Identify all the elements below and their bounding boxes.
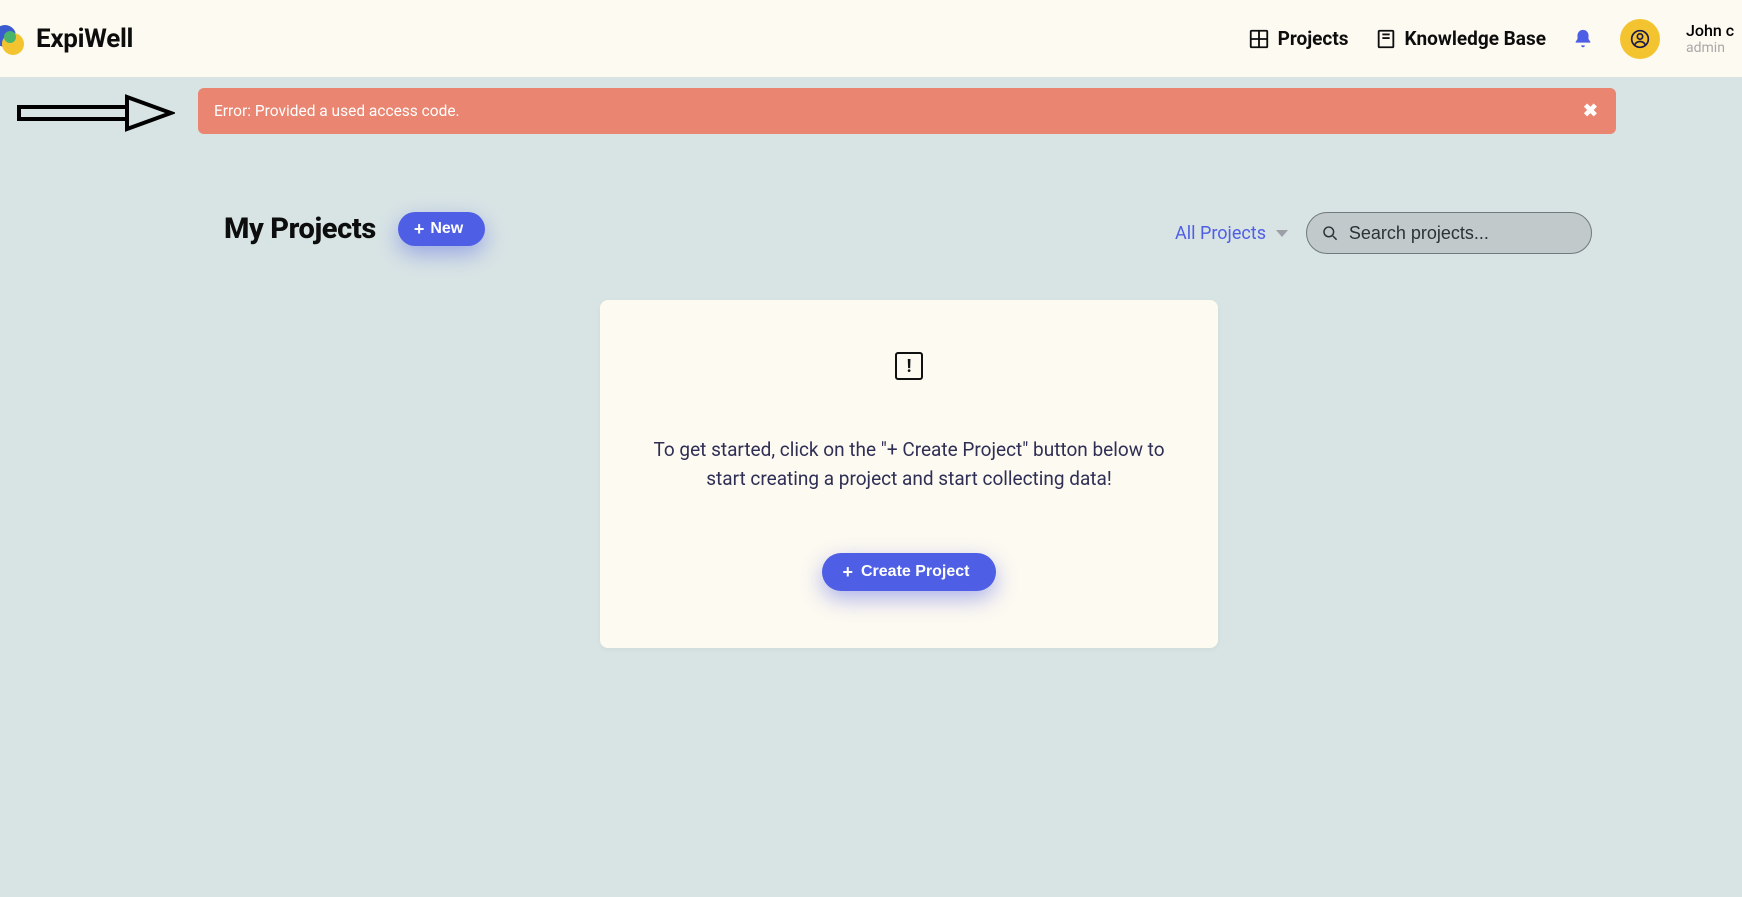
avatar[interactable] bbox=[1620, 19, 1660, 59]
alert-box-icon: ! bbox=[895, 352, 923, 380]
empty-state-card: ! To get started, click on the "+ Create… bbox=[600, 300, 1218, 648]
search-box[interactable] bbox=[1306, 212, 1592, 254]
create-project-button[interactable]: + Create Project bbox=[822, 553, 995, 591]
plus-icon: + bbox=[414, 220, 425, 238]
nav-projects-label: Projects bbox=[1278, 27, 1349, 50]
new-button-label: New bbox=[430, 220, 463, 238]
error-alert: Error: Provided a used access code. ✖ bbox=[198, 88, 1616, 134]
filter-row: All Projects bbox=[1175, 212, 1592, 254]
alert-close-button[interactable]: ✖ bbox=[1583, 101, 1598, 122]
empty-state-message: To get started, click on the "+ Create P… bbox=[650, 436, 1168, 493]
book-icon bbox=[1375, 28, 1397, 50]
error-alert-text: Error: Provided a used access code. bbox=[214, 102, 460, 120]
chevron-down-icon bbox=[1276, 230, 1288, 237]
new-button[interactable]: + New bbox=[398, 212, 485, 246]
user-name: John c bbox=[1686, 21, 1742, 40]
project-filter-dropdown[interactable]: All Projects bbox=[1175, 223, 1288, 244]
nav-knowledge-base[interactable]: Knowledge Base bbox=[1375, 27, 1546, 50]
page-title: My Projects bbox=[224, 212, 376, 246]
project-filter-label: All Projects bbox=[1175, 223, 1266, 244]
search-icon bbox=[1321, 223, 1339, 243]
nav-knowledge-base-label: Knowledge Base bbox=[1405, 27, 1546, 50]
header-nav: Projects Knowledge Base John c admin bbox=[1248, 0, 1742, 77]
page-title-row: My Projects + New bbox=[224, 212, 485, 246]
search-input[interactable] bbox=[1349, 223, 1577, 244]
user-info[interactable]: John c admin bbox=[1686, 21, 1742, 57]
annotation-arrow-icon bbox=[15, 93, 175, 133]
grid-icon bbox=[1248, 28, 1270, 50]
header-bar: ExpiWell Projects Knowledge Base bbox=[0, 0, 1742, 77]
create-project-button-label: Create Project bbox=[861, 563, 970, 581]
brand-name: ExpiWell bbox=[36, 24, 133, 54]
user-role: admin bbox=[1686, 40, 1742, 57]
nav-projects[interactable]: Projects bbox=[1248, 27, 1349, 50]
plus-icon: + bbox=[842, 563, 853, 581]
brand-logo[interactable]: ExpiWell bbox=[0, 23, 133, 55]
user-icon bbox=[1630, 29, 1650, 49]
bell-icon[interactable] bbox=[1572, 28, 1594, 50]
brand-mark-icon bbox=[0, 23, 26, 55]
